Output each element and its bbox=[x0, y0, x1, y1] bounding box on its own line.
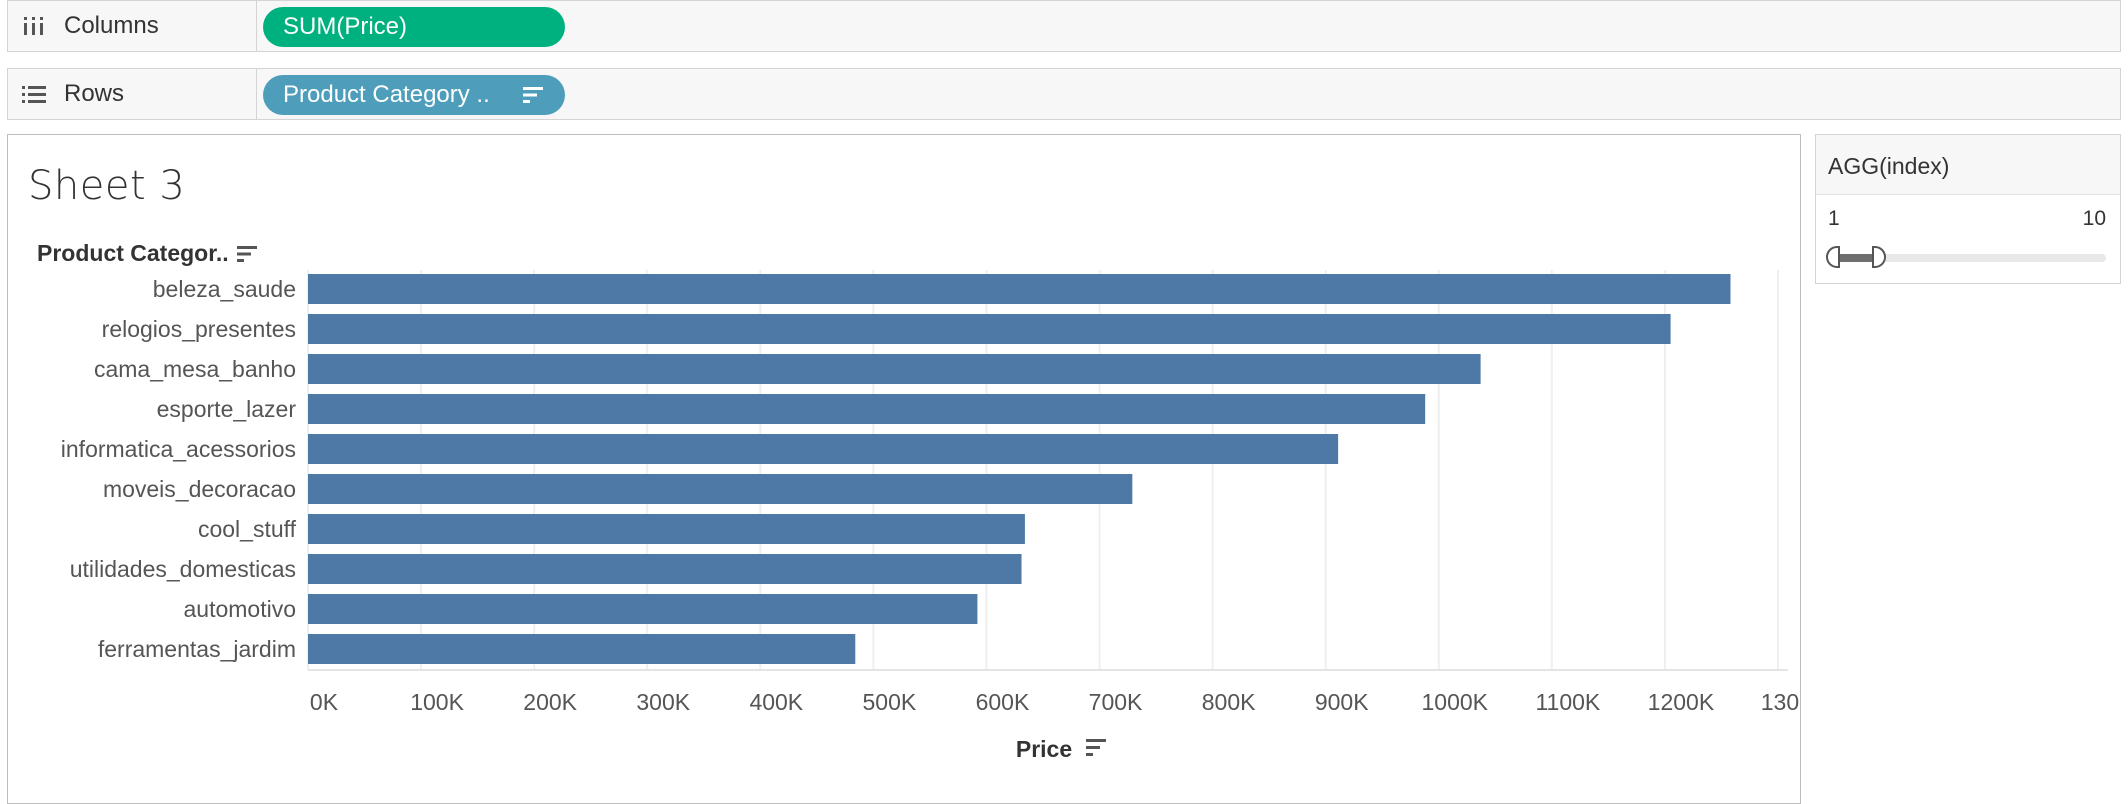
rows-pill-product-category[interactable]: Product Category .. bbox=[263, 75, 565, 115]
sort-descending-icon[interactable] bbox=[523, 86, 545, 104]
bar-automotivo[interactable] bbox=[308, 594, 978, 624]
columns-pill-label: SUM(Price) bbox=[283, 13, 407, 40]
columns-label: Columns bbox=[64, 12, 159, 39]
bar-relogios_presentes[interactable] bbox=[308, 314, 1671, 344]
bar-beleza_saude[interactable] bbox=[308, 274, 1731, 304]
worksheet-view: Sheet 3 Product Categor.. beleza_saude re… bbox=[7, 134, 1801, 804]
category-label: cama_mesa_banho bbox=[94, 356, 296, 382]
category-label: moveis_decoracao bbox=[103, 476, 296, 502]
category-label: automotivo bbox=[183, 596, 296, 622]
x-tick-label: 1200K bbox=[1648, 689, 1715, 715]
filter-title: AGG(index) bbox=[1816, 135, 2120, 195]
x-tick-label: 700K bbox=[1089, 689, 1143, 715]
category-label: relogios_presentes bbox=[102, 316, 296, 342]
columns-shelf-label: Columns bbox=[8, 1, 257, 51]
bar-ferramentas_jardim[interactable] bbox=[308, 634, 856, 664]
bar-moveis_decoracao[interactable] bbox=[308, 474, 1133, 504]
rows-shelf-label: Rows bbox=[8, 69, 257, 119]
range-slider-min-handle[interactable] bbox=[1826, 246, 1840, 268]
category-label: utilidades_domesticas bbox=[70, 556, 296, 582]
columns-shelf: Columns SUM(Price) bbox=[7, 0, 2121, 52]
range-slider-track[interactable] bbox=[1826, 246, 2106, 268]
bar-cama_mesa_banho[interactable] bbox=[308, 354, 1481, 384]
x-tick-label: 0K bbox=[310, 689, 339, 715]
x-axis-title[interactable]: Price bbox=[1016, 736, 1072, 762]
filter-min-value: 1 bbox=[1828, 207, 1840, 230]
x-tick-label: 1100K bbox=[1535, 689, 1600, 715]
agg-index-filter-card: AGG(index) 1 10 bbox=[1815, 134, 2121, 284]
x-tick-label: 600K bbox=[976, 689, 1030, 715]
x-tick-label: 500K bbox=[863, 689, 917, 715]
bar-informatica_acessorios[interactable] bbox=[308, 434, 1339, 464]
bar-cool_stuff[interactable] bbox=[308, 514, 1025, 544]
x-tick-label: 900K bbox=[1315, 689, 1369, 715]
x-tick-label: 100K bbox=[410, 689, 464, 715]
x-tick-label: 300K bbox=[636, 689, 690, 715]
range-slider-max-handle[interactable] bbox=[1872, 246, 1886, 268]
category-label: esporte_lazer bbox=[157, 396, 297, 422]
sort-descending-icon[interactable] bbox=[1086, 739, 1106, 756]
category-label: informatica_acessorios bbox=[61, 436, 296, 462]
columns-pill-sum-price[interactable]: SUM(Price) bbox=[263, 7, 565, 47]
rows-label: Rows bbox=[64, 80, 125, 107]
category-label: beleza_saude bbox=[153, 276, 296, 302]
x-tick-label: 800K bbox=[1202, 689, 1256, 715]
x-tick-label: 200K bbox=[523, 689, 577, 715]
x-tick-label: 1300K bbox=[1761, 689, 1800, 715]
rows-shelf: Rows Product Category .. bbox=[7, 68, 2121, 120]
bar-utilidades_domesticas[interactable] bbox=[308, 554, 1022, 584]
columns-icon bbox=[24, 17, 43, 35]
bar-esporte_lazer[interactable] bbox=[308, 394, 1426, 424]
rows-icon bbox=[22, 86, 46, 103]
category-label: ferramentas_jardim bbox=[98, 636, 296, 662]
filter-max-value: 10 bbox=[2082, 207, 2106, 230]
x-tick-label: 1000K bbox=[1422, 689, 1489, 715]
x-tick-label: 400K bbox=[749, 689, 803, 715]
rows-pill-label: Product Category .. bbox=[283, 81, 490, 108]
bar-chart: beleza_saude relogios_presentes cama_mesa_… bbox=[61, 270, 1800, 762]
category-label: cool_stuff bbox=[198, 516, 297, 542]
